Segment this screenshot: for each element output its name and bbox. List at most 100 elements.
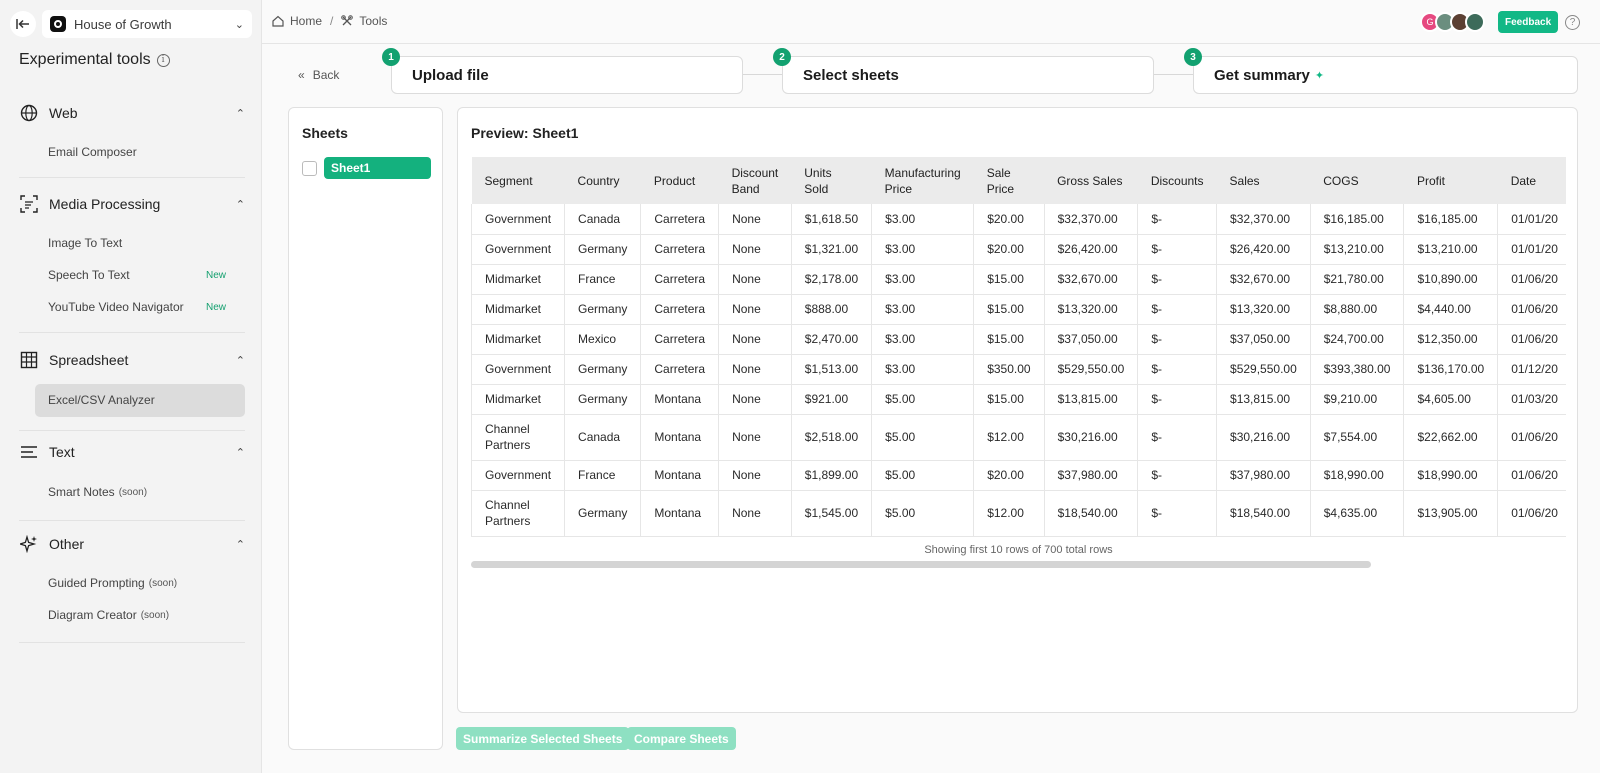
table-cell: $1,545.00 <box>791 490 873 537</box>
workspace-logo-icon <box>50 16 66 32</box>
section-web-label: Web <box>49 105 78 121</box>
sidebar-item-image-to-text[interactable]: Image To Text <box>48 236 238 250</box>
collapse-sidebar-button[interactable] <box>10 11 36 37</box>
back-label: Back <box>312 68 340 82</box>
sidebar-title-text: Experimental tools <box>19 51 151 68</box>
table-cell: Germany <box>564 384 642 415</box>
info-icon[interactable]: i <box>156 53 170 67</box>
table-cell: $- <box>1137 490 1218 537</box>
sidebar-item-email-composer[interactable]: Email Composer <box>48 145 238 159</box>
table-cell: 01/01/20 <box>1497 234 1566 265</box>
sheet-item[interactable]: Sheet1 <box>324 157 431 179</box>
avatar-group[interactable]: G <box>1420 12 1485 32</box>
table-cell: $- <box>1137 294 1218 325</box>
step-connector <box>1154 74 1193 75</box>
table-cell: $- <box>1137 204 1218 235</box>
sidebar-item-youtube-video-navigator[interactable]: YouTube Video Navigator New <box>48 300 238 314</box>
sidebar-item-diagram-creator[interactable]: Diagram Creator (soon) <box>48 608 238 622</box>
table-cell: None <box>718 204 792 235</box>
horizontal-scrollbar[interactable] <box>471 561 1371 568</box>
sidebar-item-smart-notes[interactable]: Smart Notes (soon) <box>48 485 238 499</box>
table-cell: $20.00 <box>973 234 1045 265</box>
breadcrumb-tools[interactable]: Tools <box>359 14 387 28</box>
section-other[interactable]: Other ⌃ <box>19 533 245 555</box>
table-cell: $- <box>1137 354 1218 385</box>
chevron-up-icon[interactable]: ⌃ <box>236 446 245 459</box>
divider <box>19 430 245 431</box>
section-media-label: Media Processing <box>49 196 161 212</box>
sheet-checkbox[interactable] <box>302 161 317 176</box>
table-cell: Channel Partners <box>471 490 566 537</box>
sidebar-item-guided-prompting[interactable]: Guided Prompting (soon) <box>48 576 238 590</box>
step-connector <box>743 74 782 75</box>
table-cell: 01/06/20 <box>1497 414 1566 461</box>
step-label: Get summary <box>1214 66 1310 84</box>
column-header: Discounts <box>1137 157 1217 204</box>
summarize-selected-sheets-button[interactable]: Summarize Selected Sheets <box>456 727 630 750</box>
table-cell: $3.00 <box>871 324 975 355</box>
preview-table: Segment Country Product Discount Band Un… <box>471 157 1566 537</box>
preview-panel: Preview: Sheet1 Segment Country Product … <box>457 107 1578 713</box>
table-grid-icon <box>19 350 39 370</box>
workspace-selector[interactable]: House of Growth ⌄ <box>42 10 252 38</box>
table-cell: $18,990.00 <box>1403 460 1499 491</box>
breadcrumb: Home / Tools <box>272 14 387 28</box>
step-get-summary[interactable]: Get summary ✦ <box>1193 56 1578 94</box>
column-header: Date <box>1497 157 1566 204</box>
column-header: Sales <box>1216 157 1311 204</box>
section-media-processing[interactable]: Media Processing ⌃ <box>19 193 245 215</box>
step-upload-file[interactable]: Upload file <box>391 56 743 94</box>
home-icon <box>272 15 284 27</box>
compare-sheets-button[interactable]: Compare Sheets <box>627 727 736 750</box>
table-cell: $- <box>1137 460 1218 491</box>
divider <box>19 642 245 643</box>
double-chevron-left-icon: « <box>298 68 305 82</box>
step-select-sheets[interactable]: Select sheets <box>782 56 1154 94</box>
table-cell: $18,990.00 <box>1310 460 1405 491</box>
table-cell: $10,890.00 <box>1403 264 1499 295</box>
table-cell: $22,662.00 <box>1403 414 1499 461</box>
table-cell: $37,980.00 <box>1216 460 1311 491</box>
table-cell: $3.00 <box>871 294 975 325</box>
table-cell: Government <box>471 204 566 235</box>
sidebar-item-label: Image To Text <box>48 236 123 250</box>
table-cell: $2,518.00 <box>791 414 873 461</box>
step-label: Select sheets <box>803 66 899 84</box>
avatar[interactable] <box>1465 12 1485 32</box>
section-text[interactable]: Text ⌃ <box>19 441 245 463</box>
feedback-button[interactable]: Feedback <box>1498 11 1559 33</box>
chevron-up-icon[interactable]: ⌃ <box>236 198 245 211</box>
section-web[interactable]: Web ⌃ <box>19 102 245 124</box>
table-cell: None <box>718 384 792 415</box>
help-icon[interactable]: ? <box>1565 15 1580 30</box>
chevron-up-icon[interactable]: ⌃ <box>236 538 245 551</box>
chevron-up-icon[interactable]: ⌃ <box>236 354 245 367</box>
table-cell: None <box>718 294 792 325</box>
column-header: Units Sold <box>791 157 872 204</box>
chevron-up-icon[interactable]: ⌃ <box>236 107 245 120</box>
sidebar-item-speech-to-text[interactable]: Speech To Text New <box>48 268 238 282</box>
sidebar-item-excel-csv-analyzer[interactable]: Excel/CSV Analyzer <box>48 393 238 407</box>
back-button[interactable]: « Back <box>298 68 339 82</box>
table-cell: 01/06/20 <box>1497 490 1566 537</box>
table-cell: $9,210.00 <box>1310 384 1405 415</box>
table-cell: $5.00 <box>871 414 975 461</box>
preview-table-scroll[interactable]: Segment Country Product Discount Band Un… <box>471 157 1566 537</box>
table-cell: None <box>718 264 792 295</box>
column-header: Profit <box>1403 157 1498 204</box>
table-cell: $1,513.00 <box>791 354 873 385</box>
table-cell: None <box>718 234 792 265</box>
sidebar-item-label: Email Composer <box>48 145 137 159</box>
table-cell: $37,050.00 <box>1216 324 1311 355</box>
preview-title: Preview: Sheet1 <box>471 125 579 141</box>
section-spreadsheet[interactable]: Spreadsheet ⌃ <box>19 349 245 371</box>
table-cell: $12.00 <box>973 490 1045 537</box>
table-cell: Montana <box>640 460 720 491</box>
table-cell: $3.00 <box>871 354 975 385</box>
table-cell: $15.00 <box>973 384 1045 415</box>
table-body: Government Canada Carretera None $1,618.50 $3… <box>471 204 1566 537</box>
table-cell: Channel Partners <box>471 414 566 461</box>
workspace-row: House of Growth ⌄ <box>10 10 252 38</box>
breadcrumb-home[interactable]: Home <box>290 14 322 28</box>
table-cell: Germany <box>564 490 642 537</box>
